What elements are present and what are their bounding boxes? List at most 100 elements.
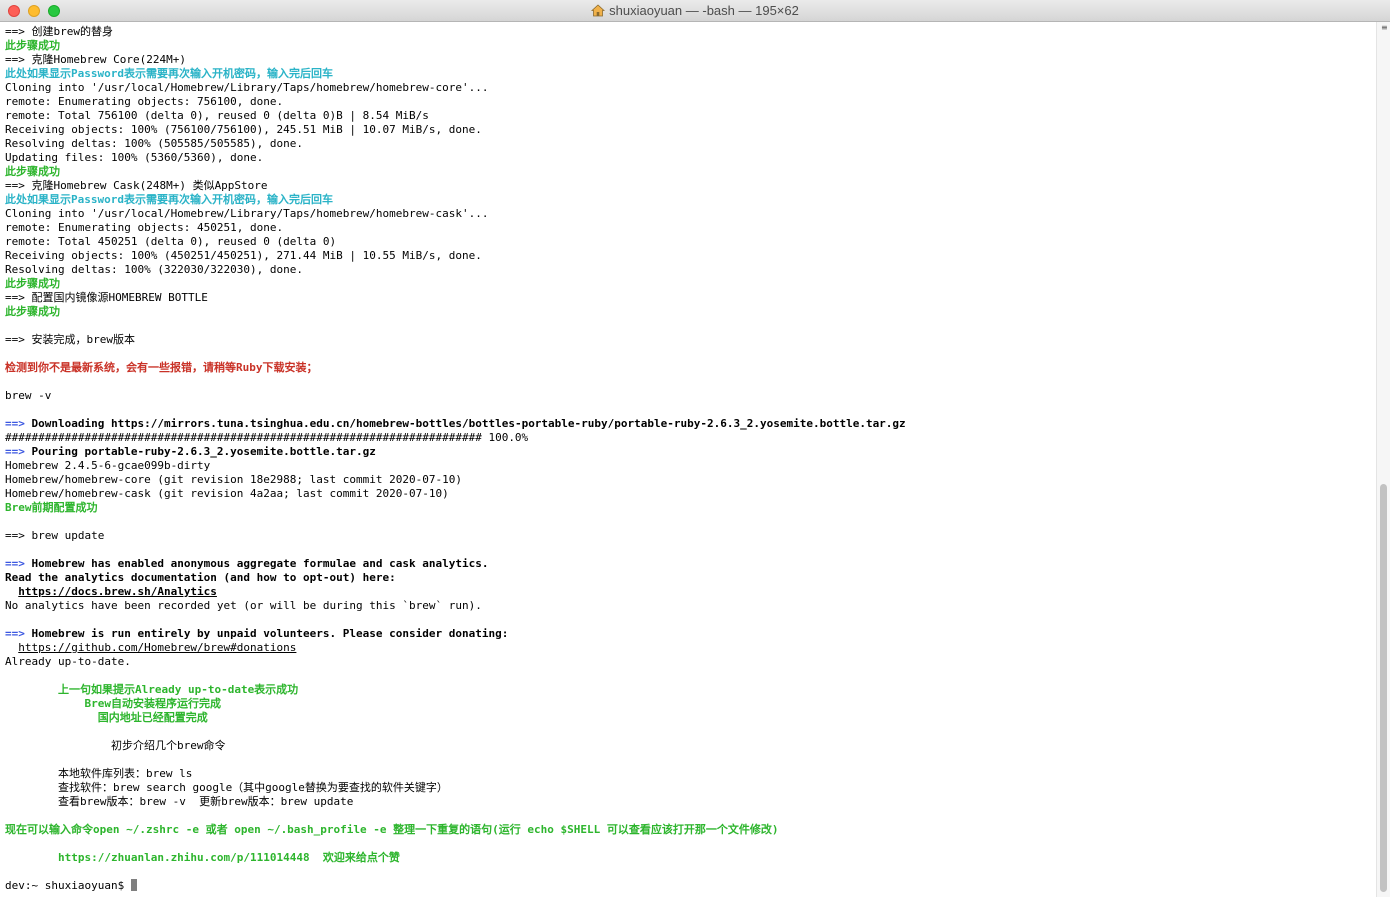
terminal-line: https://github.com/Homebrew/brew#donatio… <box>5 641 1376 655</box>
terminal-line: 现在可以输入命令open ~/.zshrc -e 或者 open ~/.bash… <box>5 823 1376 837</box>
terminal-line: brew -v <box>5 389 1376 403</box>
terminal-line: Read the analytics documentation (and ho… <box>5 571 1376 585</box>
terminal-text: Receiving objects: 100% (756100/756100),… <box>5 123 482 136</box>
terminal-text: Updating files: 100% (5360/5360), done. <box>5 151 264 164</box>
terminal-text: Receiving objects: 100% (450251/450251),… <box>5 249 482 262</box>
terminal-line: ==> 克隆Homebrew Cask(248M+) 类似AppStore <box>5 179 1376 193</box>
window-title-container: shuxiaoyuan — -bash — 195×62 <box>0 3 1390 19</box>
terminal-line: Receiving objects: 100% (450251/450251),… <box>5 249 1376 263</box>
terminal-text: 上一句如果提示Already up-to-date表示成功 <box>5 683 299 696</box>
terminal-line: Homebrew 2.4.5-6-gcae099b-dirty <box>5 459 1376 473</box>
terminal-line: Resolving deltas: 100% (322030/322030), … <box>5 263 1376 277</box>
terminal-line: ==> Homebrew has enabled anonymous aggre… <box>5 557 1376 571</box>
terminal-line: ==> Pouring portable-ruby-2.6.3_2.yosemi… <box>5 445 1376 459</box>
terminal-text: Homebrew 2.4.5-6-gcae099b-dirty <box>5 459 211 472</box>
terminal-line: 查找软件：brew search google（其中google替换为要查找的软… <box>5 781 1376 795</box>
terminal-text: No analytics have been recorded yet (or … <box>5 599 482 612</box>
terminal-line: 此步骤成功 <box>5 305 1376 319</box>
terminal-text: 本地软件库列表：brew ls <box>5 767 193 780</box>
terminal-text: Brew自动安装程序运行完成 <box>5 697 221 710</box>
terminal-text: https://zhuanlan.zhihu.com/p/111014448 欢… <box>5 851 400 864</box>
terminal-text: 此步骤成功 <box>5 165 60 178</box>
terminal-line: 此处如果显示Password表示需要再次输入开机密码，输入完后回车 <box>5 67 1376 81</box>
terminal-line: 初步介绍几个brew命令 <box>5 739 1376 753</box>
terminal-line: ==> 配置国内镜像源HOMEBREW BOTTLE <box>5 291 1376 305</box>
terminal-text: remote: Enumerating objects: 450251, don… <box>5 221 284 234</box>
terminal-line: 上一句如果提示Already up-to-date表示成功 <box>5 683 1376 697</box>
terminal-line: remote: Total 756100 (delta 0), reused 0… <box>5 109 1376 123</box>
terminal-line: Updating files: 100% (5360/5360), done. <box>5 151 1376 165</box>
terminal-line: Homebrew/homebrew-core (git revision 18e… <box>5 473 1376 487</box>
terminal-line: ########################################… <box>5 431 1376 445</box>
terminal-text: 初步介绍几个brew命令 <box>5 739 226 752</box>
terminal-line: Already up-to-date. <box>5 655 1376 669</box>
terminal-text: Resolving deltas: 100% (505585/505585), … <box>5 137 304 150</box>
vertical-scrollbar[interactable]: ≡ <box>1376 22 1390 897</box>
terminal-text: brew -v <box>5 389 52 402</box>
terminal-line: dev:~ shuxiaoyuan$ <box>5 879 1376 893</box>
terminal-line: Resolving deltas: 100% (505585/505585), … <box>5 137 1376 151</box>
terminal-line: 国内地址已经配置完成 <box>5 711 1376 725</box>
terminal-line: Homebrew/homebrew-cask (git revision 4a2… <box>5 487 1376 501</box>
terminal-text: ==> <box>5 627 25 640</box>
terminal-link[interactable]: https://github.com/Homebrew/brew#donatio… <box>18 641 296 654</box>
terminal-text: 国内地址已经配置完成 <box>5 711 208 724</box>
terminal-text: ==> <box>5 445 25 458</box>
terminal-text: ==> 创建brew的替身 <box>5 25 113 38</box>
terminal-text: 现在可以输入命令open ~/.zshrc -e 或者 open ~/.bash… <box>5 823 779 836</box>
terminal-text: 此步骤成功 <box>5 39 60 52</box>
terminal-text: Cloning into '/usr/local/Homebrew/Librar… <box>5 81 489 94</box>
terminal-text: 此处如果显示Password表示需要再次输入开机密码，输入完后回车 <box>5 193 333 206</box>
terminal-link[interactable]: https://docs.brew.sh/Analytics <box>18 585 217 598</box>
terminal-line: Cloning into '/usr/local/Homebrew/Librar… <box>5 81 1376 95</box>
terminal-text: Downloading https://mirrors.tuna.tsinghu… <box>24 417 906 430</box>
terminal-text: 此处如果显示Password表示需要再次输入开机密码，输入完后回车 <box>5 67 333 80</box>
terminal-text: ==> 配置国内镜像源HOMEBREW BOTTLE <box>5 291 208 304</box>
terminal-text: Pouring portable-ruby-2.6.3_2.yosemite.b… <box>24 445 376 458</box>
terminal-line: remote: Total 450251 (delta 0), reused 0… <box>5 235 1376 249</box>
terminal-text: Brew前期配置成功 <box>5 501 98 514</box>
terminal-text: Homebrew/homebrew-cask (git revision 4a2… <box>5 487 449 500</box>
terminal-line: https://zhuanlan.zhihu.com/p/111014448 欢… <box>5 851 1376 865</box>
terminal-text: ==> <box>5 557 25 570</box>
terminal-line: ==> Downloading https://mirrors.tuna.tsi… <box>5 417 1376 431</box>
title-bar[interactable]: shuxiaoyuan — -bash — 195×62 <box>0 0 1390 22</box>
text-cursor <box>130 879 137 891</box>
terminal-text: ==> 克隆Homebrew Core(224M+) <box>5 53 186 66</box>
terminal-text: Cloning into '/usr/local/Homebrew/Librar… <box>5 207 489 220</box>
scroll-marks-icon: ≡ <box>1381 23 1388 32</box>
terminal-text: Read the analytics documentation (and ho… <box>5 571 396 584</box>
terminal-line: 检测到你不是最新系统，会有一些报错，请稍等Ruby下载安装； <box>5 361 1376 375</box>
terminal-text: ==> <box>5 417 25 430</box>
terminal-output[interactable]: ==> 创建brew的替身 此步骤成功 ==> 克隆Homebrew Core(22… <box>0 22 1376 897</box>
terminal-text: ==> 安装完成，brew版本 <box>5 333 135 346</box>
terminal-line: 此步骤成功 <box>5 277 1376 291</box>
terminal-text: Resolving deltas: 100% (322030/322030), … <box>5 263 304 276</box>
terminal-text: Already up-to-date. <box>5 655 131 668</box>
terminal-line: Receiving objects: 100% (756100/756100),… <box>5 123 1376 137</box>
terminal-line: remote: Enumerating objects: 450251, don… <box>5 221 1376 235</box>
terminal-line: ==> Homebrew is run entirely by unpaid v… <box>5 627 1376 641</box>
scrollbar-thumb[interactable] <box>1380 484 1387 892</box>
terminal-line: ==> 安装完成，brew版本 <box>5 333 1376 347</box>
terminal-text: ==> brew update <box>5 529 105 542</box>
terminal-line: ==> 创建brew的替身 <box>5 25 1376 39</box>
terminal-line: 此处如果显示Password表示需要再次输入开机密码，输入完后回车 <box>5 193 1376 207</box>
terminal-line: 此步骤成功 <box>5 39 1376 53</box>
terminal-text: remote: Total 450251 (delta 0), reused 0… <box>5 235 337 248</box>
terminal-text: ==> 克隆Homebrew Cask(248M+) 类似AppStore <box>5 179 268 192</box>
terminal-line: Brew自动安装程序运行完成 <box>5 697 1376 711</box>
terminal-text: Homebrew is run entirely by unpaid volun… <box>24 627 509 640</box>
terminal-line: 查看brew版本：brew -v 更新brew版本：brew update <box>5 795 1376 809</box>
terminal-line: Cloning into '/usr/local/Homebrew/Librar… <box>5 207 1376 221</box>
